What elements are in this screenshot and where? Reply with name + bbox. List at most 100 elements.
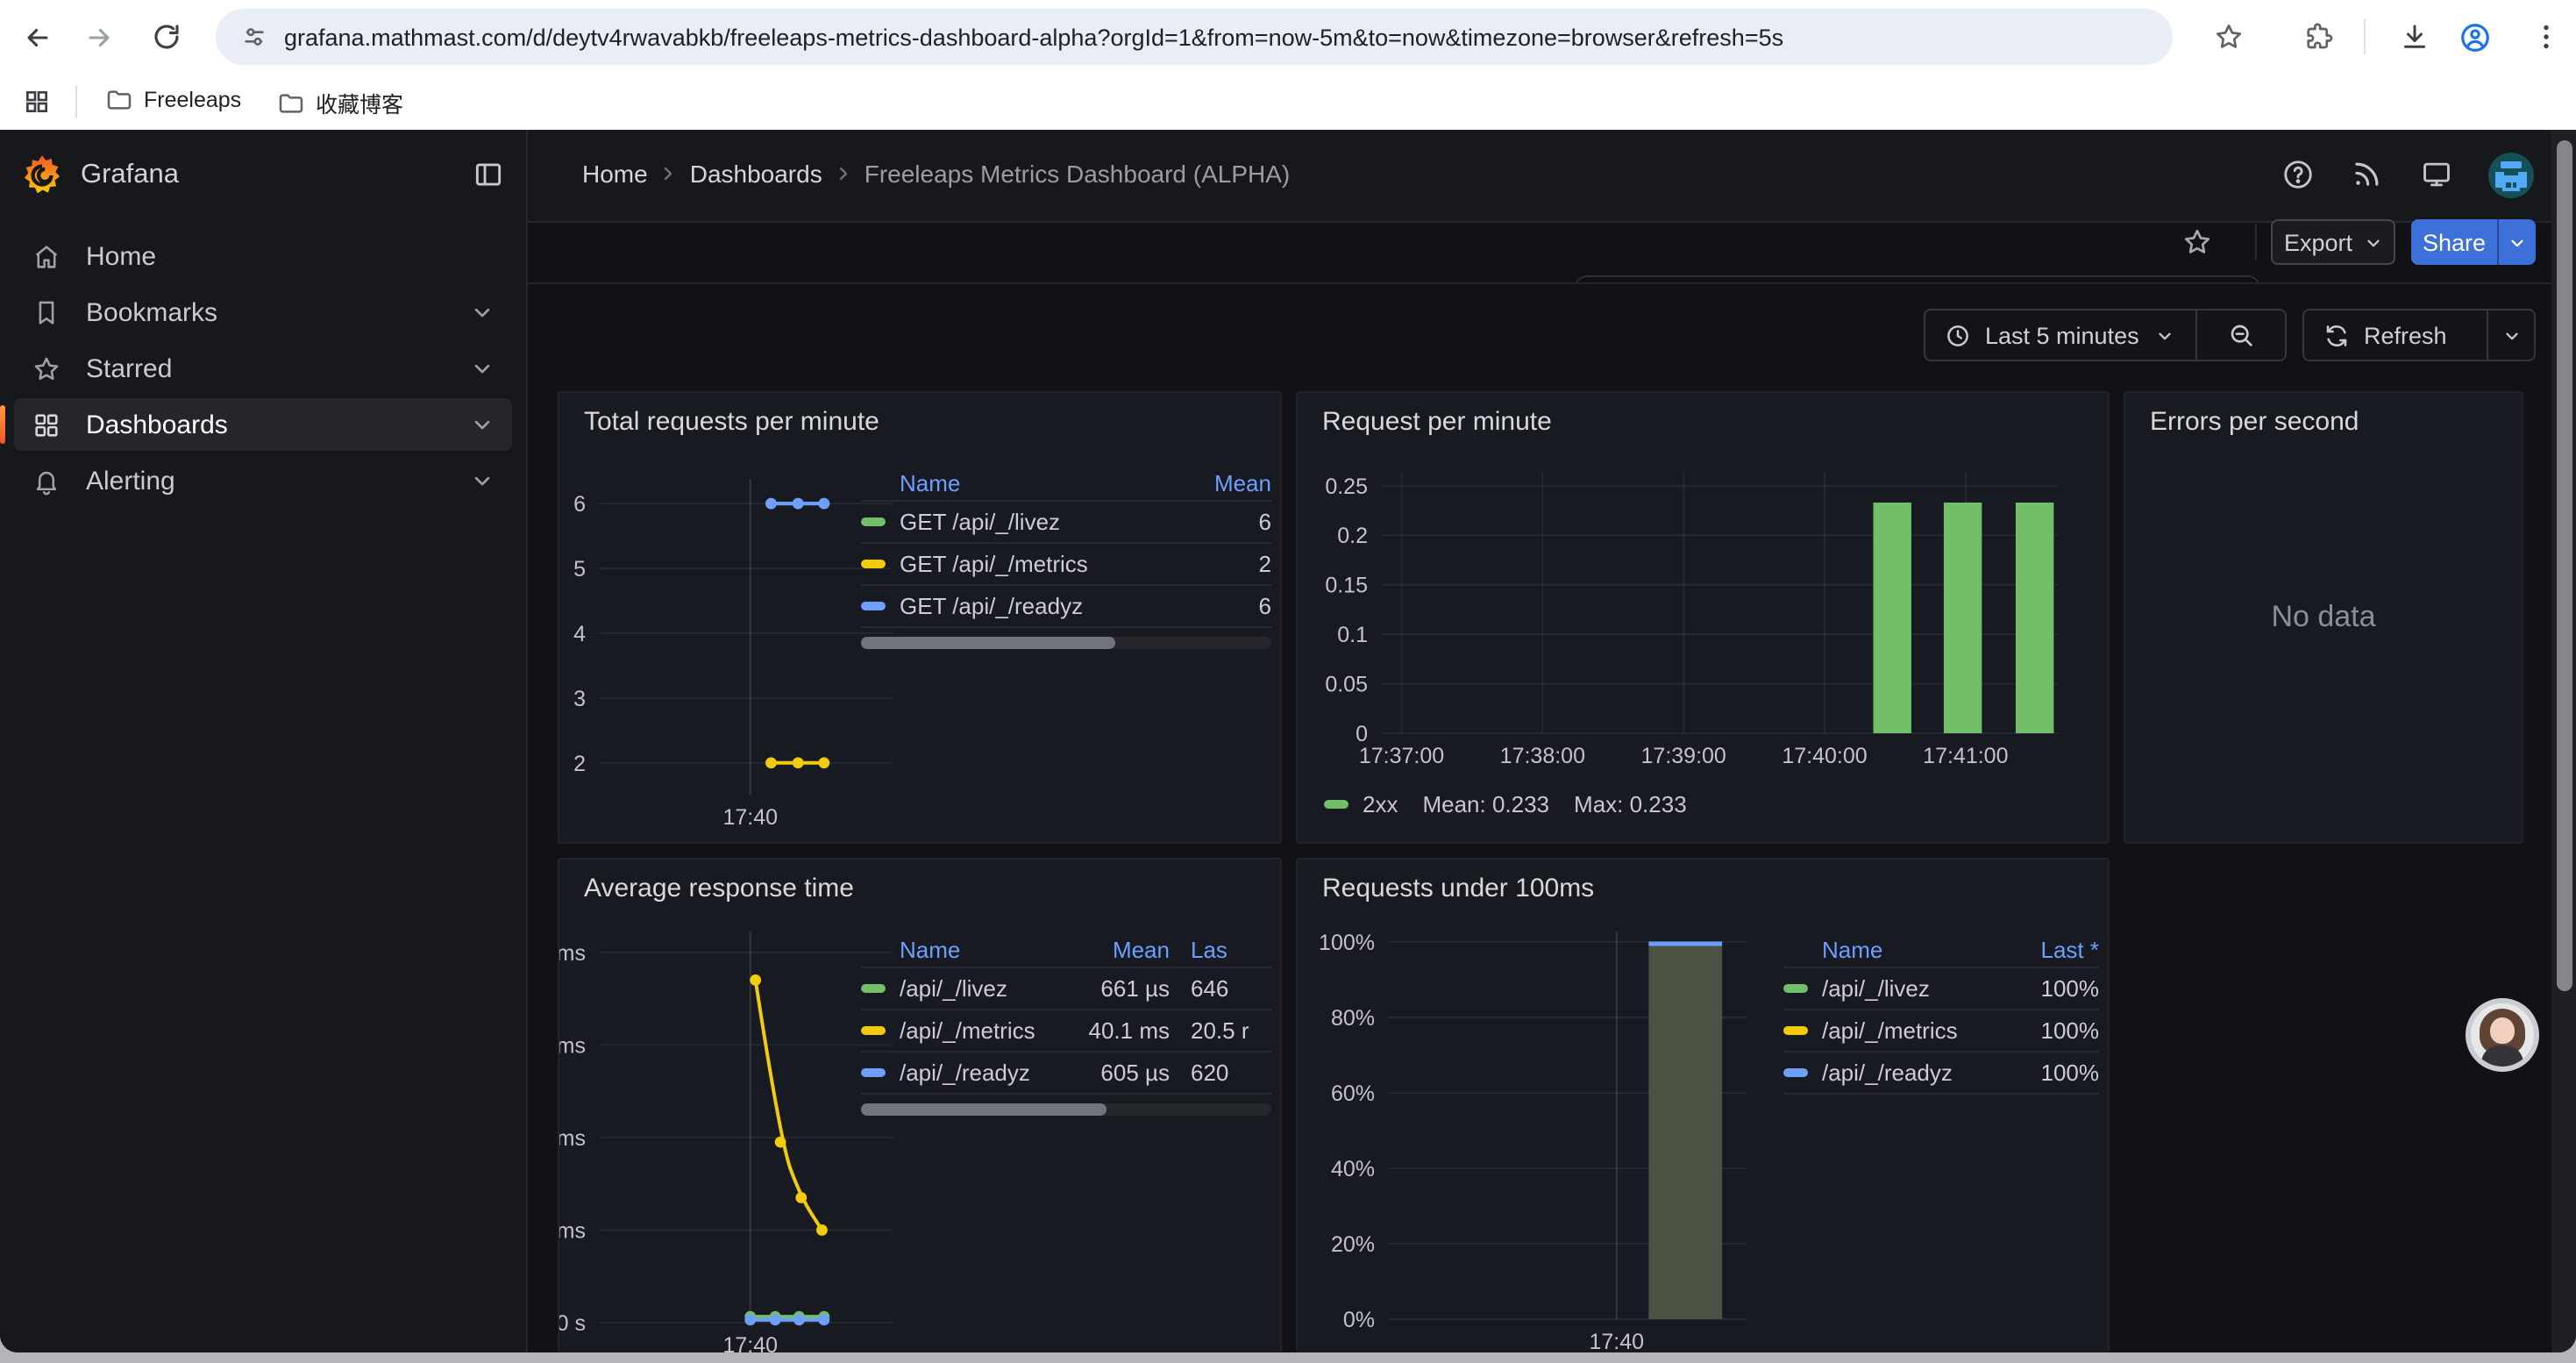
svg-text:6: 6 bbox=[573, 492, 586, 517]
scrollbar-thumb[interactable] bbox=[2556, 140, 2572, 991]
svg-text:5: 5 bbox=[573, 557, 586, 582]
url-bar[interactable]: grafana.mathmast.com/d/deytv4rwavabkb/fr… bbox=[216, 9, 2173, 65]
svg-text:4: 4 bbox=[573, 622, 586, 646]
series-swatch bbox=[861, 1026, 886, 1035]
profile-icon[interactable] bbox=[2459, 21, 2492, 63]
home-icon bbox=[32, 241, 61, 271]
legend-row[interactable]: GET /api/_/metrics2 bbox=[861, 544, 1271, 586]
series-swatch bbox=[1783, 1068, 1808, 1077]
sidebar-item-home[interactable]: Home bbox=[14, 230, 512, 282]
legend-value: 6 bbox=[1173, 593, 1271, 619]
svg-text:40 ms: 40 ms bbox=[559, 1126, 586, 1151]
svg-text:3: 3 bbox=[573, 687, 586, 711]
svg-text:17:38:00: 17:38:00 bbox=[1500, 744, 1585, 768]
legend-row[interactable]: /api/_/metrics100% bbox=[1783, 1010, 2099, 1053]
sidebar-item-label: Starred bbox=[86, 353, 470, 383]
sidebar-toggle-icon[interactable] bbox=[472, 158, 505, 200]
reload-icon[interactable] bbox=[151, 21, 182, 53]
legend-value: 100% bbox=[2001, 1017, 2099, 1044]
svg-text:0.15: 0.15 bbox=[1325, 574, 1368, 598]
chevron-down-icon[interactable] bbox=[470, 468, 495, 493]
refresh-label: Refresh bbox=[2364, 322, 2447, 348]
bookmark-star-icon[interactable] bbox=[2213, 21, 2245, 53]
legend-row[interactable]: /api/_/readyz100% bbox=[1783, 1053, 2099, 1095]
bookmarks-separator bbox=[75, 86, 77, 118]
back-icon[interactable] bbox=[23, 23, 53, 53]
series-swatch bbox=[861, 1068, 886, 1077]
series-swatch bbox=[861, 517, 886, 526]
bar-chart[interactable]: 0.250.20.150.10.05017:37:0017:38:0017:39… bbox=[1298, 393, 2108, 842]
site-settings-icon[interactable] bbox=[240, 23, 268, 51]
brand-name[interactable]: Grafana bbox=[81, 160, 179, 191]
breadcrumb-dashboards[interactable]: Dashboards bbox=[690, 160, 822, 188]
legend-scrollbar[interactable] bbox=[861, 1103, 1271, 1116]
star-icon bbox=[32, 353, 61, 383]
legend-value: 100% bbox=[2001, 975, 2099, 1002]
svg-text:60 ms: 60 ms bbox=[559, 1033, 586, 1058]
svg-text:0.05: 0.05 bbox=[1325, 673, 1368, 697]
bookmark-folder-blogs[interactable]: 收藏博客 bbox=[277, 86, 403, 119]
legend-value: 2 bbox=[1173, 551, 1271, 577]
chevron-down-icon[interactable] bbox=[470, 356, 495, 381]
bookmark-folder-freeleaps[interactable]: Freeleaps bbox=[105, 86, 241, 114]
extensions-icon[interactable] bbox=[2302, 21, 2334, 53]
series-swatch bbox=[861, 602, 886, 610]
panel-title[interactable]: Errors per second bbox=[2150, 407, 2359, 437]
grafana-logo[interactable] bbox=[19, 153, 65, 207]
legend-value: 620 bbox=[1191, 1060, 1271, 1086]
url-text[interactable]: grafana.mathmast.com/d/deytv4rwavabkb/fr… bbox=[284, 24, 1783, 50]
svg-text:80 ms: 80 ms bbox=[559, 941, 586, 966]
breadcrumb-home[interactable]: Home bbox=[582, 160, 648, 188]
legend-inline[interactable]: 2xx Mean: 0.233 Max: 0.233 bbox=[1324, 791, 1687, 817]
time-range-label: Last 5 minutes bbox=[1985, 322, 2139, 348]
legend-row[interactable]: /api/_/metrics40.1 ms20.5 r bbox=[861, 1010, 1271, 1053]
sidebar-item-starred[interactable]: Starred bbox=[14, 342, 512, 395]
help-icon[interactable] bbox=[2281, 158, 2315, 200]
sidebar-item-dashboards[interactable]: Dashboards bbox=[14, 398, 512, 451]
chevron-down-icon[interactable] bbox=[470, 300, 495, 325]
zoom-out-icon[interactable] bbox=[2197, 321, 2285, 349]
sidebar-item-bookmarks[interactable]: Bookmarks bbox=[14, 286, 512, 339]
dashboards-grid-icon bbox=[32, 410, 61, 439]
rss-icon[interactable] bbox=[2350, 158, 2383, 200]
active-indicator bbox=[0, 405, 5, 444]
series-name: GET /api/_/readyz bbox=[900, 593, 1083, 619]
refresh-icon bbox=[2323, 322, 2350, 348]
refresh-interval-dropdown[interactable] bbox=[2488, 325, 2534, 345]
legend-value: 20.5 r bbox=[1191, 1017, 1271, 1044]
legend-header: NameMean bbox=[861, 465, 1271, 502]
sidebar-item-alerting[interactable]: Alerting bbox=[14, 454, 512, 507]
sidebar-item-label: Home bbox=[86, 241, 512, 271]
user-avatar[interactable] bbox=[2488, 153, 2534, 198]
favorite-star-icon[interactable] bbox=[2181, 226, 2213, 267]
browser-window: grafana.mathmast.com/d/deytv4rwavabkb/fr… bbox=[0, 0, 2576, 1352]
legend-row[interactable]: /api/_/readyz605 µs620 bbox=[861, 1053, 1271, 1095]
share-button[interactable]: Share bbox=[2411, 219, 2497, 265]
svg-text:17:40:00: 17:40:00 bbox=[1782, 744, 1867, 768]
legend-row[interactable]: /api/_/livez100% bbox=[1783, 968, 2099, 1010]
page-scrollbar[interactable] bbox=[2551, 130, 2576, 1352]
forward-icon[interactable] bbox=[84, 23, 114, 53]
svg-text:100%: 100% bbox=[1319, 931, 1375, 955]
series-name: GET /api/_/livez bbox=[900, 509, 1060, 535]
browser-menu-icon[interactable] bbox=[2530, 21, 2562, 53]
download-icon[interactable] bbox=[2399, 21, 2430, 53]
chevron-right-icon bbox=[658, 163, 680, 184]
legend-row[interactable]: /api/_/livez661 µs646 bbox=[861, 968, 1271, 1010]
folder-icon bbox=[277, 89, 305, 117]
monitor-icon[interactable] bbox=[2420, 158, 2453, 200]
legend-row[interactable]: GET /api/_/livez6 bbox=[861, 502, 1271, 544]
refresh-button[interactable]: Refresh bbox=[2302, 309, 2536, 361]
bookmark-label: Freeleaps bbox=[144, 88, 241, 112]
chevron-down-icon bbox=[2155, 325, 2174, 345]
legend-row[interactable]: GET /api/_/readyz 6 bbox=[861, 586, 1271, 628]
chevron-right-icon bbox=[833, 163, 854, 184]
apps-grid-icon[interactable] bbox=[23, 88, 51, 116]
share-menu-button[interactable] bbox=[2497, 219, 2536, 265]
legend-scrollbar[interactable] bbox=[861, 637, 1271, 649]
chevron-down-icon[interactable] bbox=[470, 412, 495, 437]
floating-assistant-avatar[interactable] bbox=[2466, 998, 2539, 1072]
chevron-down-icon bbox=[2508, 232, 2527, 252]
time-range-picker[interactable]: Last 5 minutes bbox=[1924, 309, 2287, 361]
export-button[interactable]: Export bbox=[2271, 219, 2395, 265]
